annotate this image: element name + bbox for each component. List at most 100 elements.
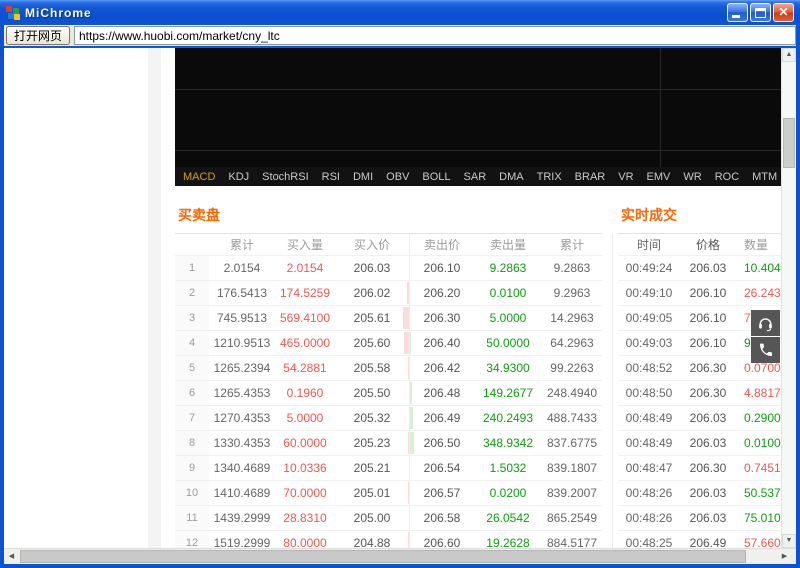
- buy-cumulative: 1265.2394: [213, 361, 271, 375]
- sell-amount: 26.0542: [486, 511, 530, 525]
- trade-price: 206.30: [689, 461, 727, 475]
- close-button[interactable]: ✕: [773, 3, 794, 22]
- trade-time: 00:48:25: [625, 536, 673, 548]
- buy-price: 206.02: [353, 286, 391, 300]
- vertical-scroll-thumb[interactable]: [783, 118, 795, 168]
- buy-price: 205.01: [353, 486, 391, 500]
- tab-dma[interactable]: DMA: [499, 171, 523, 183]
- tab-dmi[interactable]: DMI: [353, 171, 373, 183]
- orderbook-row-index: 6: [175, 381, 209, 405]
- vertical-scrollbar[interactable]: ▲ ▼: [781, 48, 796, 548]
- tab-rsi[interactable]: RSI: [322, 171, 340, 183]
- horizontal-scrollbar[interactable]: ◀ ▶: [4, 548, 796, 564]
- buy-price: 205.21: [353, 461, 391, 475]
- phone-contact-button[interactable]: [751, 337, 780, 363]
- orderbook-row-index: 11: [175, 506, 209, 530]
- orderbook-row-index: 5: [175, 356, 209, 380]
- tab-sar[interactable]: SAR: [464, 171, 487, 183]
- buy-amount: 0.1960: [286, 386, 324, 400]
- sell-price: 206.42: [423, 361, 461, 375]
- page-viewport: MACD KDJ StochRSI RSI DMI OBV BOLL SAR DMA TRIX BR…: [4, 48, 796, 548]
- tab-obv[interactable]: OBV: [386, 171, 409, 183]
- chart-gridline: [175, 89, 781, 90]
- buy-amount: 569.4100: [279, 311, 331, 325]
- chart-gridline: [175, 150, 781, 151]
- tab-stochrsi[interactable]: StochRSI: [262, 171, 308, 183]
- tab-emv[interactable]: EMV: [647, 171, 671, 183]
- trade-time: 00:48:49: [625, 411, 673, 425]
- horizontal-scroll-thumb[interactable]: [20, 550, 746, 563]
- orderbook-row-index: 9: [175, 456, 209, 480]
- url-input[interactable]: [74, 26, 796, 45]
- buy-price: 205.00: [353, 511, 391, 525]
- tab-brar[interactable]: BRAR: [575, 171, 606, 183]
- customer-service-button[interactable]: [751, 310, 780, 336]
- orderbook-row[interactable]: 6 1265.4353 0.1960 205.50 206.48 149.2677 248.…: [175, 381, 602, 406]
- orderbook-row[interactable]: 5 1265.2394 54.2881 205.58 206.42 34.9300 99.2…: [175, 356, 602, 381]
- trade-row: 00:48:26 206.03 75.010: [618, 506, 796, 531]
- orderbook-row[interactable]: 4 1210.9513 465.0000 205.60 206.40 50.0000 64.…: [175, 331, 602, 356]
- tab-vr[interactable]: VR: [618, 171, 633, 183]
- tab-boll[interactable]: BOLL: [422, 171, 450, 183]
- trade-row: 00:48:50 206.30 4.8817: [618, 381, 796, 406]
- minimize-icon: [732, 15, 740, 18]
- scroll-left-button[interactable]: ◀: [4, 549, 19, 564]
- tab-roc[interactable]: ROC: [715, 171, 739, 183]
- sell-amount: 9.2863: [489, 261, 527, 275]
- orderbook-row[interactable]: 2 176.5413 174.5259 206.02 206.20 0.0100 9.296…: [175, 281, 602, 306]
- trade-row: 00:48:25 206.49 57.660: [618, 531, 796, 548]
- buy-amount: 70.0000: [283, 486, 327, 500]
- tab-macd[interactable]: MACD: [183, 171, 215, 183]
- orderbook-row[interactable]: 8 1330.4353 60.0000 205.23 206.50 348.9342 837…: [175, 431, 602, 456]
- trade-price: 206.10: [689, 286, 727, 300]
- orderbook-row[interactable]: 11 1439.2999 28.8310 205.00 206.58 26.0542 865…: [175, 506, 602, 531]
- buy-cumulative: 1265.4353: [213, 386, 271, 400]
- sell-cumulative: 839.1807: [546, 461, 598, 475]
- scroll-down-button[interactable]: ▼: [782, 534, 796, 548]
- tab-trix[interactable]: TRIX: [537, 171, 562, 183]
- tab-wr[interactable]: WR: [683, 171, 701, 183]
- buy-amount: 28.8310: [283, 511, 327, 525]
- orderbook-row[interactable]: 3 745.9513 569.4100 205.61 206.30 5.0000 14.29…: [175, 306, 602, 331]
- minimize-button[interactable]: [727, 3, 748, 22]
- buy-cumulative: 1270.4353: [213, 411, 271, 425]
- open-page-button[interactable]: 打开网页: [6, 26, 70, 45]
- tab-mtm[interactable]: MTM: [752, 171, 777, 183]
- scroll-up-button[interactable]: ▲: [782, 48, 796, 62]
- sell-amount: 0.0200: [489, 486, 527, 500]
- orderbook-header-cell: 买入价: [353, 238, 390, 252]
- orderbook-header-cell: 累计: [229, 238, 254, 252]
- sell-cumulative: 884.5177: [546, 536, 598, 548]
- sell-price: 206.30: [423, 311, 461, 325]
- trade-price: 206.03: [689, 436, 727, 450]
- trades-title: 实时成交: [621, 207, 677, 223]
- orderbook-row[interactable]: 1 2.0154 2.0154 206.03 206.10 9.2863 9.2863: [175, 256, 602, 281]
- trade-row: 00:48:49 206.03 0.0100: [618, 431, 796, 456]
- browser-toolbar: 打开网页: [4, 25, 796, 46]
- trades-table: 时间 价格 数量 00:49:24 206.03 10.404 00:49:10 206.10…: [618, 233, 796, 548]
- buy-amount: 5.0000: [286, 411, 324, 425]
- buy-cumulative: 1210.9513: [213, 336, 271, 350]
- orderbook-row[interactable]: 7 1270.4353 5.0000 205.32 206.49 240.2493 488.…: [175, 406, 602, 431]
- sell-cumulative: 99.2263: [550, 361, 594, 375]
- maximize-button[interactable]: [750, 3, 771, 22]
- trades-header-cell: 价格: [695, 238, 720, 252]
- buy-cumulative: 1340.4689: [213, 461, 271, 475]
- sell-cumulative: 488.7433: [546, 411, 598, 425]
- sell-price: 206.40: [423, 336, 461, 350]
- buy-amount: 174.5259: [279, 286, 331, 300]
- sell-cumulative: 248.4940: [546, 386, 598, 400]
- buy-amount: 54.2881: [283, 361, 327, 375]
- orderbook-row[interactable]: 10 1410.4689 70.0000 205.01 206.57 0.0200 839.…: [175, 481, 602, 506]
- sell-amount: 348.9342: [482, 436, 534, 450]
- sell-cumulative: 839.2007: [546, 486, 598, 500]
- orderbook-row[interactable]: 9 1340.4689 10.0336 205.21 206.54 1.5032 839.1…: [175, 456, 602, 481]
- sell-price: 206.54: [423, 461, 461, 475]
- scroll-right-button[interactable]: ▶: [777, 549, 792, 564]
- tab-kdj[interactable]: KDJ: [228, 171, 249, 183]
- sell-price: 206.49: [423, 411, 461, 425]
- buy-cumulative: 2.0154: [223, 261, 261, 275]
- orderbook-row[interactable]: 12 1519.2999 80.0000 204.88 206.60 19.2628 884…: [175, 531, 602, 548]
- trade-time: 00:49:24: [625, 261, 673, 275]
- buy-cumulative: 745.9513: [216, 311, 268, 325]
